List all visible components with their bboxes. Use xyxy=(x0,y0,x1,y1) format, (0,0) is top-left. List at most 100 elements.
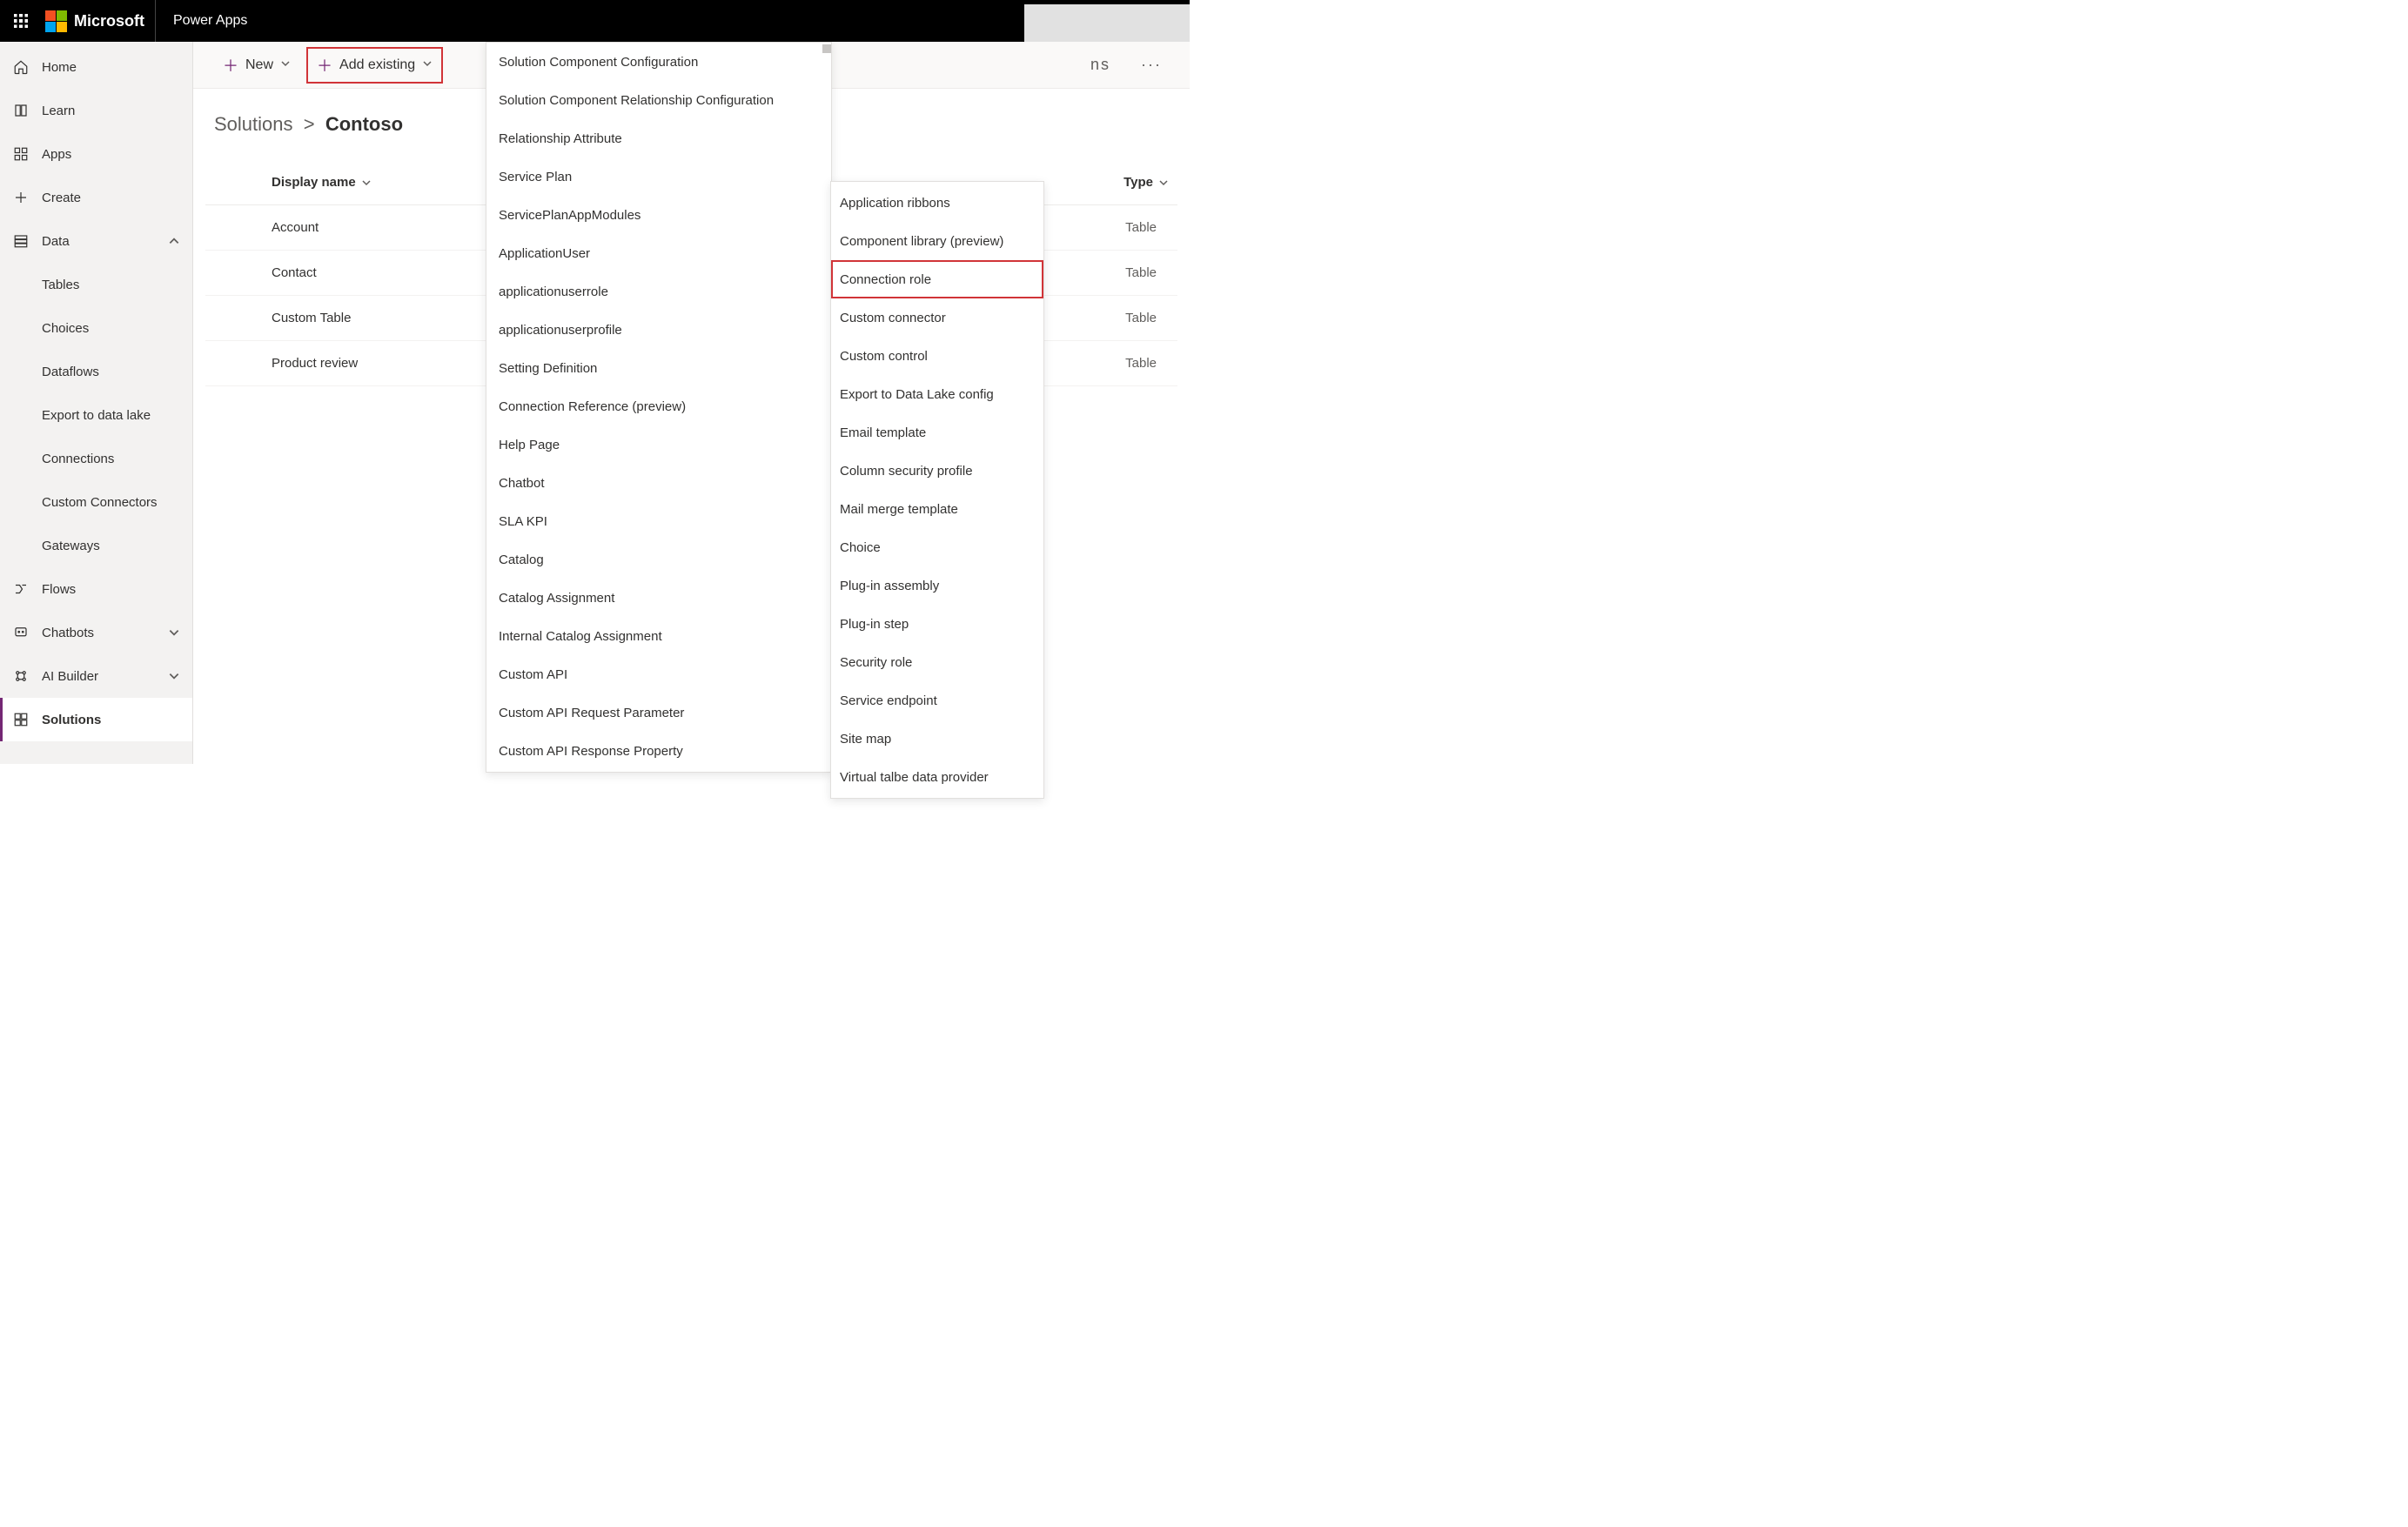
submenu-item[interactable]: Mail merge template xyxy=(831,490,1043,528)
menu-item[interactable]: applicationuserrole xyxy=(486,272,831,311)
sidebar-item-custom-connectors[interactable]: Custom Connectors xyxy=(0,480,192,524)
menu-item-label: Internal Catalog Assignment xyxy=(499,629,662,644)
submenu-item-label: Mail merge template xyxy=(840,502,958,517)
sidebar-item-gateways[interactable]: Gateways xyxy=(0,524,192,567)
microsoft-brand-text: Microsoft xyxy=(74,12,144,30)
menu-item[interactable]: Setting Definition xyxy=(486,349,831,387)
menu-item[interactable]: SLA KPI xyxy=(486,502,831,540)
data-icon xyxy=(12,232,30,250)
menu-item[interactable]: Help Page xyxy=(486,425,831,464)
menu-item[interactable]: Internal Catalog Assignment xyxy=(486,617,831,655)
submenu-item[interactable]: Custom control xyxy=(831,337,1043,375)
menu-item[interactable]: Solution Component Relationship Configur… xyxy=(486,81,831,119)
column-header-label: Type xyxy=(1124,175,1153,190)
grid-icon xyxy=(12,145,30,163)
sidebar-item-tables[interactable]: Tables xyxy=(0,263,192,306)
sidebar-item-learn[interactable]: Learn xyxy=(0,89,192,132)
menu-item[interactable]: Custom API Request Parameter xyxy=(486,693,831,732)
new-button[interactable]: ＋ New xyxy=(212,47,301,84)
menu-item[interactable]: Solution Component Configuration xyxy=(486,43,831,81)
chevron-down-icon xyxy=(280,57,291,73)
row-name: Product review xyxy=(205,356,358,371)
menu-item-label: applicationuserprofile xyxy=(499,323,622,338)
sidebar-item-dataflows[interactable]: Dataflows xyxy=(0,350,192,393)
chatbot-icon xyxy=(12,624,30,641)
menu-item-label: Custom API Response Property xyxy=(499,744,683,759)
breadcrumb-root[interactable]: Solutions xyxy=(214,113,293,135)
chevron-down-icon xyxy=(168,670,180,682)
chevron-up-icon xyxy=(168,235,180,247)
column-header-type[interactable]: Type xyxy=(1124,175,1177,190)
sidebar-item-label: Connections xyxy=(42,452,114,466)
book-icon xyxy=(12,102,30,119)
submenu-item[interactable]: Connection role xyxy=(831,260,1043,298)
more-commands-button[interactable]: ··· xyxy=(1141,56,1162,73)
sidebar-item-label: Learn xyxy=(42,104,75,118)
breadcrumb-separator: > xyxy=(304,113,315,135)
commandbar-right: ns ··· xyxy=(1090,56,1170,74)
submenu-item[interactable]: Plug-in assembly xyxy=(831,566,1043,605)
sidebar-item-label: Create xyxy=(42,191,81,205)
sidebar-item-apps[interactable]: Apps xyxy=(0,132,192,176)
sidebar-item-label: Export to data lake xyxy=(42,408,151,423)
submenu-item[interactable]: Site map xyxy=(831,720,1043,758)
submenu-item[interactable]: Application ribbons xyxy=(831,184,1043,222)
menu-item[interactable]: Custom API xyxy=(486,655,831,693)
menu-item[interactable]: applicationuserprofile xyxy=(486,311,831,349)
menu-item[interactable]: Catalog Assignment xyxy=(486,579,831,617)
row-type: Table xyxy=(1125,220,1177,235)
sidebar-item-connections[interactable]: Connections xyxy=(0,437,192,480)
menu-item[interactable]: ServicePlanAppModules xyxy=(486,196,831,234)
submenu-item[interactable]: Security role xyxy=(831,643,1043,681)
submenu-item[interactable]: Choice xyxy=(831,528,1043,566)
sidebar-item-chatbots[interactable]: Chatbots xyxy=(0,611,192,654)
submenu-item-label: Virtual talbe data provider xyxy=(840,770,989,785)
sidebar: Home Learn Apps Create Data Tables ChoicesData… xyxy=(0,42,193,764)
submenu-item[interactable]: Column security profile xyxy=(831,452,1043,490)
menu-item[interactable]: Connection Reference (preview) xyxy=(486,387,831,425)
menu-item-label: SLA KPI xyxy=(499,514,547,529)
sidebar-item-home[interactable]: Home xyxy=(0,45,192,89)
chevron-down-icon xyxy=(422,57,433,73)
sidebar-item-export-to-data-lake[interactable]: Export to data lake xyxy=(0,393,192,437)
sidebar-item-label: Apps xyxy=(42,147,71,162)
menu-item-label: ApplicationUser xyxy=(499,246,590,261)
sidebar-item-label: Chatbots xyxy=(42,626,94,640)
submenu-item[interactable]: Export to Data Lake config xyxy=(831,375,1043,413)
row-name: Account xyxy=(205,220,319,235)
menu-item[interactable]: Service Plan xyxy=(486,157,831,196)
submenu-item[interactable]: Email template xyxy=(831,413,1043,452)
sidebar-item-data[interactable]: Data xyxy=(0,219,192,263)
sidebar-item-label: Flows xyxy=(42,582,76,597)
sidebar-item-label: Home xyxy=(42,60,77,75)
menu-item[interactable]: Chatbot xyxy=(486,464,831,502)
home-icon xyxy=(12,58,30,76)
sidebar-item-solutions[interactable]: Solutions xyxy=(0,698,192,741)
submenu-item[interactable]: Custom connector xyxy=(831,298,1043,337)
add-existing-button[interactable]: ＋ Add existing xyxy=(306,47,443,84)
submenu-item-label: Security role xyxy=(840,655,912,670)
menu-item[interactable]: Relationship Attribute xyxy=(486,119,831,157)
new-button-label: New xyxy=(245,57,273,73)
menu-item[interactable]: Catalog xyxy=(486,540,831,579)
submenu-item[interactable]: Component library (preview) xyxy=(831,222,1043,260)
submenu-item[interactable]: Service endpoint xyxy=(831,681,1043,720)
menu-item-label: Setting Definition xyxy=(499,361,597,376)
menu-item[interactable]: ApplicationUser xyxy=(486,234,831,272)
sidebar-item-label: Tables xyxy=(42,278,79,292)
sidebar-item-label: Data xyxy=(42,234,70,249)
sidebar-item-choices[interactable]: Choices xyxy=(0,306,192,350)
column-header-display-name[interactable]: Display name xyxy=(205,175,372,190)
app-launcher-button[interactable] xyxy=(0,14,42,28)
sidebar-item-flows[interactable]: Flows xyxy=(0,567,192,611)
menu-item-label: Custom API Request Parameter xyxy=(499,706,684,720)
waffle-icon xyxy=(14,14,28,28)
sidebar-item-create[interactable]: Create xyxy=(0,176,192,219)
submenu-item-label: Column security profile xyxy=(840,464,973,479)
add-existing-menu: Solution Component Attribute Configurati… xyxy=(486,42,832,773)
row-type: Table xyxy=(1125,356,1177,371)
menu-item[interactable]: Custom API Response Property xyxy=(486,732,831,770)
submenu-item[interactable]: Virtual talbe data provider xyxy=(831,758,1043,796)
sidebar-item-ai-builder[interactable]: AI Builder xyxy=(0,654,192,698)
submenu-item[interactable]: Plug-in step xyxy=(831,605,1043,643)
